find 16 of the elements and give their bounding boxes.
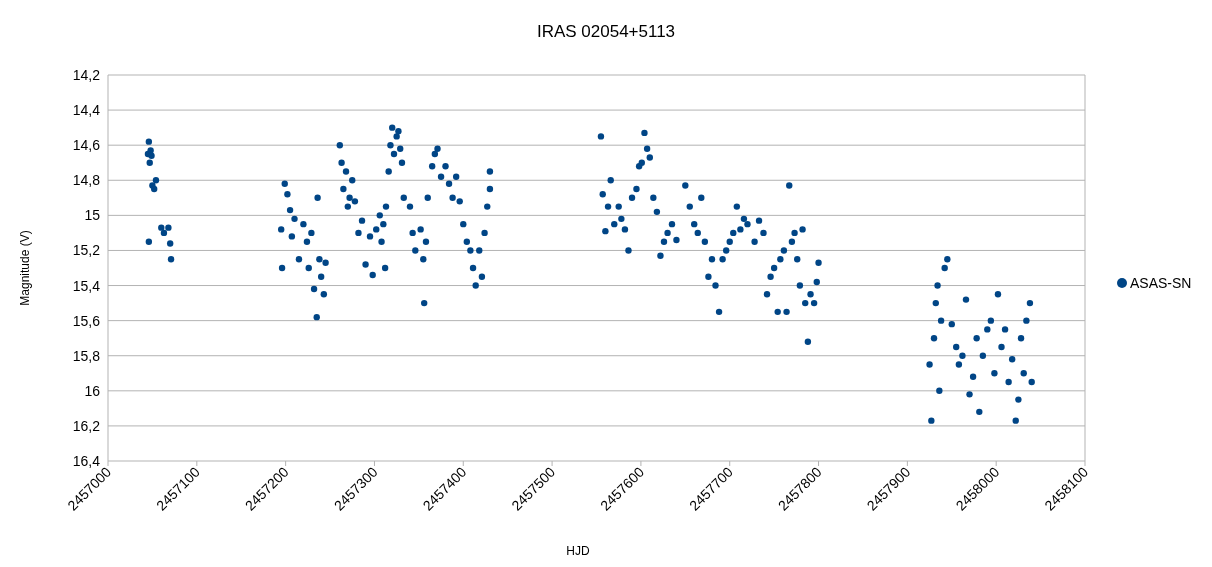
y-tick-label: 14,6: [72, 137, 100, 154]
chart-title: IRAS 02054+5113: [536, 22, 676, 41]
y-axis-label: Magnitude (V): [18, 230, 32, 306]
y-tick-label: 15,6: [72, 312, 100, 329]
y-tick-label: 16,2: [72, 417, 100, 434]
y-tick-label: 15,2: [72, 242, 100, 259]
y-tick-label: 14,2: [72, 67, 100, 83]
y-tick-label: 15,4: [72, 277, 100, 294]
y-tick-label: 16,4: [72, 453, 100, 469]
y-tick-label: 15,8: [72, 347, 100, 364]
y-tick-label: 14,4: [72, 102, 100, 119]
y-tick-label: 14,8: [72, 172, 100, 189]
y-tick-label: 15: [84, 207, 100, 224]
x-axis-label: HJD: [566, 544, 590, 558]
y-tick-label: 16: [84, 382, 100, 399]
legend-label: ASAS-SN: [1130, 275, 1192, 291]
